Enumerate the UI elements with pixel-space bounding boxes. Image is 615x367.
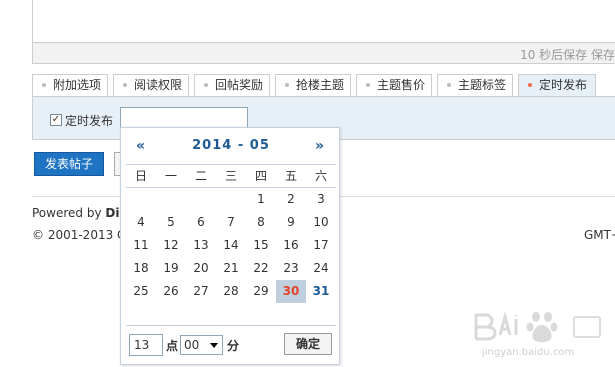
- editor-statusbar: 10 秒后保存 保存: [32, 42, 615, 64]
- weekday-label: 四: [254, 169, 267, 183]
- calendar-grid: 日 一 二 三 四 五 六 1 2 3 4 5 6 7 8 9 10 11 12 13 14 15 16 17 1…: [126, 164, 336, 303]
- date-picker-popup: « 2014 - 05 » 日 一 二 三 四 五 六 1 2 3 4 5 6 7 8 9 10 1…: [120, 127, 340, 365]
- bullet-icon: [366, 82, 370, 87]
- tab-floor-grab[interactable]: 抢楼主题: [275, 74, 351, 97]
- calendar-empty-cell: [126, 188, 156, 211]
- calendar-day[interactable]: 28: [216, 280, 246, 303]
- next-month-button[interactable]: »: [315, 138, 324, 154]
- hour-unit-label: 点: [166, 339, 179, 353]
- calendar-day[interactable]: 12: [156, 234, 186, 257]
- calendar-week-row: 18 19 20 21 22 23 24: [126, 257, 336, 280]
- calendar-day[interactable]: 7: [216, 211, 246, 234]
- schedule-date-input[interactable]: [120, 107, 248, 129]
- tab-reply-reward[interactable]: 回帖奖励: [194, 74, 270, 97]
- calendar-day[interactable]: 16: [276, 234, 306, 257]
- tab-extra-options[interactable]: 附加选项: [32, 74, 108, 97]
- calendar-day[interactable]: 25: [126, 280, 156, 303]
- calendar-day[interactable]: 13: [186, 234, 216, 257]
- weekday-header: 日 一 二 三 四 五 六: [126, 164, 336, 188]
- calendar-day[interactable]: 24: [306, 257, 336, 280]
- calendar-week-row: 4 5 6 7 8 9 10: [126, 211, 336, 234]
- timezone: GMT+: [584, 228, 615, 242]
- calendar-empty-cell: [186, 188, 216, 211]
- option-tabs: 附加选项 阅读权限 回帖奖励 抢楼主题 主题售价 主题标签 定时发布: [32, 74, 615, 98]
- calendar-weeks: 1 2 3 4 5 6 7 8 9 10 11 12 13 14 15 16 17 18 19 20 21 22 23 24 2…: [126, 188, 336, 303]
- weekday-label: 五: [284, 169, 297, 183]
- weekday-label: 六: [314, 169, 327, 183]
- dropdown-arrow-icon: [210, 343, 218, 348]
- svg-text:jingyan.baidu.com: jingyan.baidu.com: [481, 347, 574, 358]
- bullet-icon: [285, 82, 289, 87]
- confirm-button[interactable]: 确定: [284, 333, 332, 355]
- minute-select[interactable]: 00: [180, 335, 223, 355]
- calendar-day[interactable]: 19: [156, 257, 186, 280]
- submit-post-button[interactable]: 发表帖子: [34, 152, 104, 176]
- bullet-icon: [123, 82, 127, 87]
- calendar-day[interactable]: 17: [306, 234, 336, 257]
- calendar-day[interactable]: 18: [126, 257, 156, 280]
- calendar-week-row: 123: [126, 188, 336, 211]
- powered-by: Powered by Dis: [32, 206, 127, 220]
- editor-textarea[interactable]: [32, 0, 615, 42]
- tab-scheduled-publish[interactable]: 定时发布: [518, 74, 596, 98]
- calendar-day[interactable]: 6: [186, 211, 216, 234]
- calendar-empty-cell: [216, 188, 246, 211]
- tab-read-permission[interactable]: 阅读权限: [113, 74, 189, 97]
- copyright: © 2001-2013 C: [32, 228, 126, 242]
- tab-topic-tags[interactable]: 主题标签: [437, 74, 513, 97]
- calendar-day[interactable]: 10: [306, 211, 336, 234]
- prev-month-button[interactable]: «: [136, 138, 145, 154]
- calendar-day[interactable]: 21: [216, 257, 246, 280]
- bullet-icon: [528, 82, 532, 87]
- calendar-day[interactable]: 15: [246, 234, 276, 257]
- calendar-day[interactable]: 1: [246, 188, 276, 211]
- bullet-icon: [447, 82, 451, 87]
- bullet-icon: [42, 82, 46, 87]
- schedule-checkbox-label: 定时发布: [65, 114, 114, 128]
- weekday-label: 三: [224, 169, 237, 183]
- calendar-header: « 2014 - 05 »: [121, 136, 339, 156]
- calendar-day[interactable]: 5: [156, 211, 186, 234]
- calendar-week-row: 25 26 27 28 29 30 31: [126, 280, 336, 303]
- baidu-watermark-logo: jingyan.baidu.com: [474, 311, 601, 358]
- calendar-day[interactable]: 11: [126, 234, 156, 257]
- calendar-week-row: 11 12 13 14 15 16 17: [126, 234, 336, 257]
- calendar-day[interactable]: 30: [276, 280, 306, 303]
- calendar-day[interactable]: 8: [246, 211, 276, 234]
- schedule-checkbox[interactable]: ✓: [50, 114, 62, 126]
- calendar-day[interactable]: 14: [216, 234, 246, 257]
- calendar-empty-cell: [156, 188, 186, 211]
- calendar-year-month[interactable]: 2014 - 05: [191, 138, 271, 153]
- weekday-label: 二: [194, 169, 207, 183]
- calendar-day[interactable]: 2: [276, 188, 306, 211]
- calendar-day[interactable]: 22: [246, 257, 276, 280]
- calendar-day[interactable]: 4: [126, 211, 156, 234]
- calendar-day[interactable]: 20: [186, 257, 216, 280]
- calendar-day[interactable]: 3: [306, 188, 336, 211]
- calendar-day[interactable]: 31: [306, 280, 336, 303]
- calendar-day[interactable]: 23: [276, 257, 306, 280]
- weekday-label: 一: [164, 169, 177, 183]
- bullet-icon: [204, 82, 208, 87]
- calendar-day[interactable]: 26: [156, 280, 186, 303]
- calendar-day[interactable]: 27: [186, 280, 216, 303]
- hour-input[interactable]: 13: [129, 334, 163, 356]
- calendar-day[interactable]: 9: [276, 211, 306, 234]
- calendar-day[interactable]: 29: [246, 280, 276, 303]
- time-selector: 13 点 00 分 确定: [126, 325, 336, 361]
- autosave-status: 10 秒后保存 保存: [520, 48, 615, 62]
- weekday-label: 日: [134, 169, 147, 183]
- tab-topic-price[interactable]: 主题售价: [356, 74, 432, 97]
- minute-unit-label: 分: [227, 339, 240, 353]
